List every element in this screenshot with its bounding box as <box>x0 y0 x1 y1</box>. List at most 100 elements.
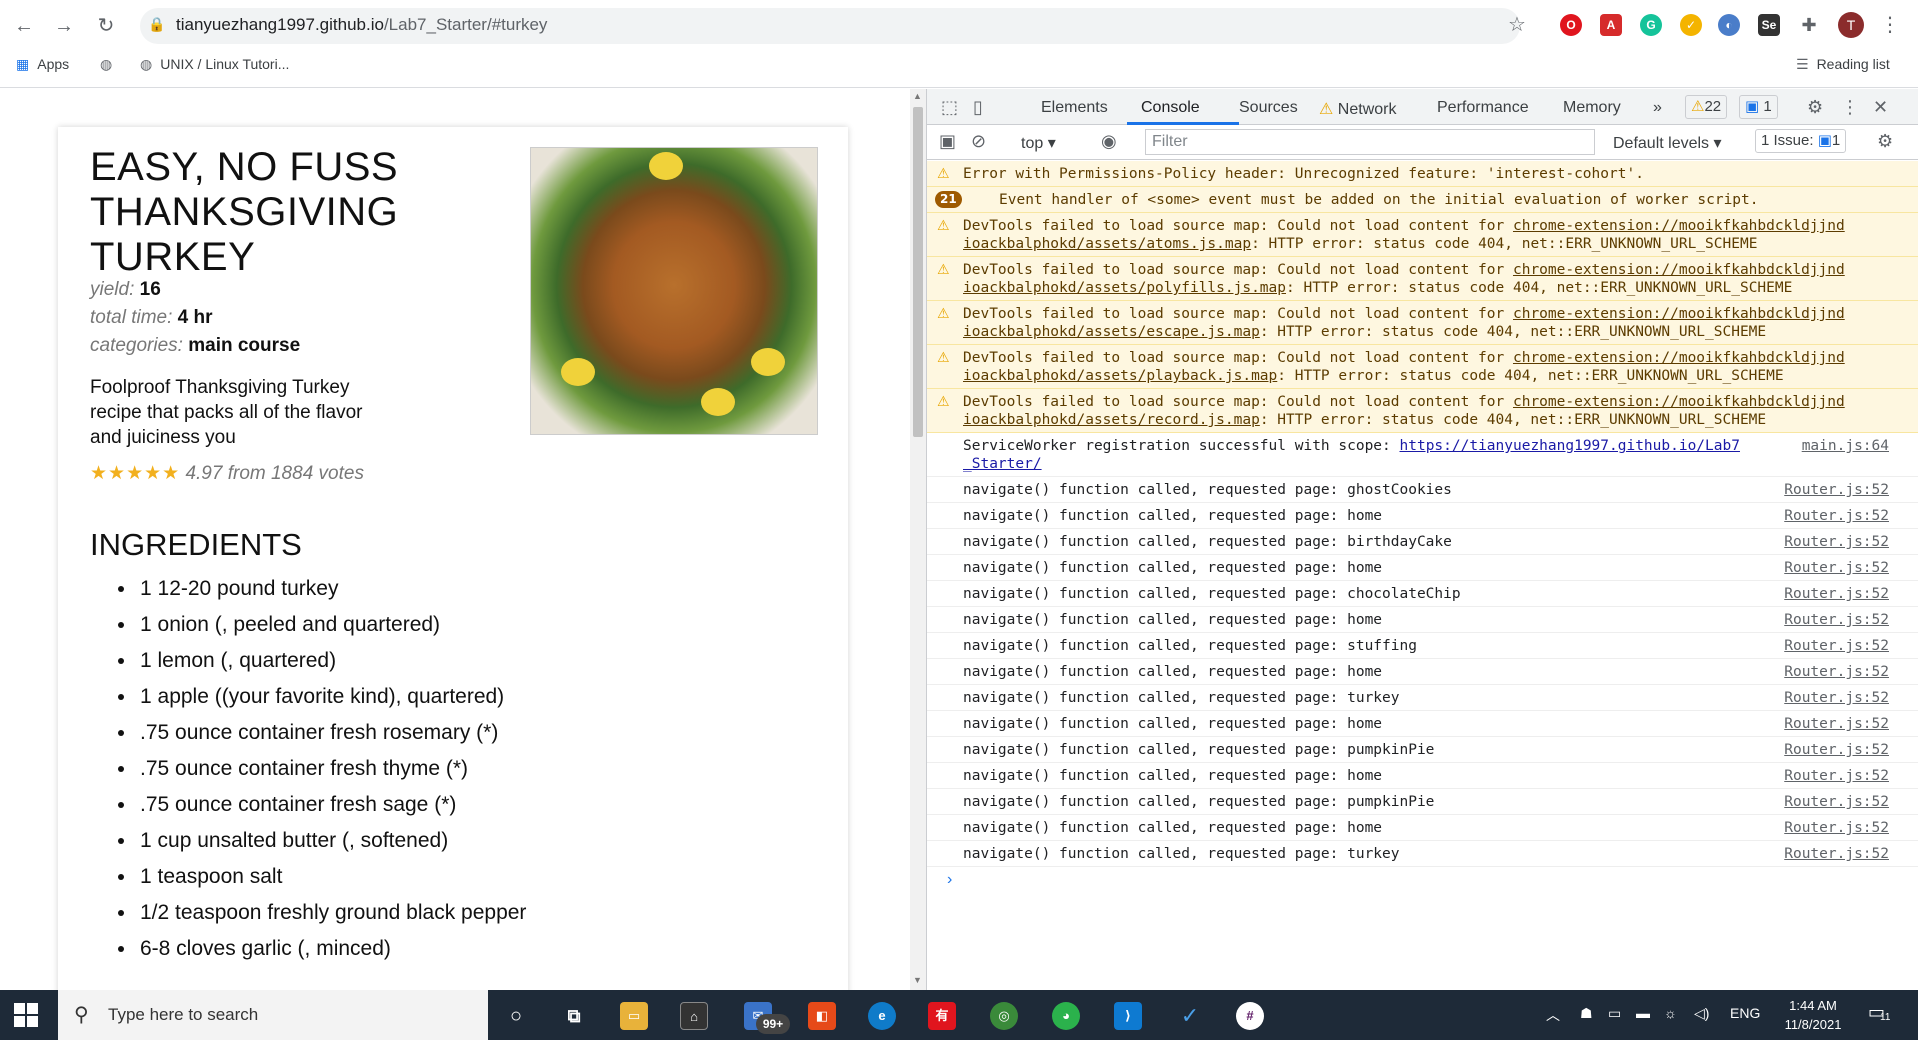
ingredient-item: 1 teaspoon salt <box>118 863 780 899</box>
slack-icon[interactable]: # <box>1236 1002 1264 1030</box>
opera-extension-icon[interactable]: O <box>1560 14 1582 36</box>
back-arrow-icon[interactable]: ← <box>10 12 38 40</box>
office-icon[interactable]: ◧ <box>808 1002 836 1030</box>
page-scrollbar[interactable]: ▲ ▼ <box>910 89 926 990</box>
source-link[interactable]: main.js:64 <box>1802 437 1889 455</box>
bookmark-unix-tutorial[interactable]: ◍ UNIX / Linux Tutori... <box>140 56 289 73</box>
inspect-element-icon[interactable]: ⬚ <box>941 97 958 118</box>
console-message-text: Event handler of <some> event must be ad… <box>999 192 1759 208</box>
warnings-badge[interactable]: ⚠22 <box>1685 95 1728 119</box>
console-warning-row: ⚠ DevTools failed to load source map: Cou… <box>927 389 1918 433</box>
grammarly-extension-icon[interactable]: G <box>1640 14 1662 36</box>
reload-icon[interactable]: ↻ <box>92 12 120 40</box>
close-icon[interactable]: ✕ <box>1873 97 1888 118</box>
more-tabs-icon[interactable]: » <box>1653 99 1662 117</box>
scrollbar-thumb[interactable] <box>913 107 923 437</box>
eye-icon[interactable]: ◉ <box>1101 131 1117 152</box>
scroll-down-icon[interactable]: ▼ <box>913 975 922 985</box>
tab-performance[interactable]: Performance <box>1437 99 1529 117</box>
source-link[interactable]: Router.js:52 <box>1784 637 1889 655</box>
system-clock[interactable]: 1:44 AM 11/8/2021 <box>1778 996 1848 1034</box>
todo-icon[interactable]: ✓ <box>1176 1002 1204 1030</box>
source-link[interactable]: Router.js:52 <box>1784 585 1889 603</box>
pdf-extension-icon[interactable]: A <box>1600 14 1622 36</box>
sidebar-toggle-icon[interactable]: ▣ <box>939 131 956 152</box>
console-prompt[interactable]: › <box>937 867 1918 889</box>
issues-button[interactable]: 1 Issue: ▣1 <box>1755 129 1847 153</box>
forward-arrow-icon[interactable]: → <box>50 12 78 40</box>
clear-console-icon[interactable]: ⊘ <box>971 131 986 152</box>
norton-extension-icon[interactable]: ✓ <box>1680 14 1702 36</box>
notification-center-icon[interactable]: ▭ 11 <box>1868 1002 1892 1026</box>
puzzle-extensions-icon[interactable]: ✚ <box>1798 14 1820 36</box>
log-levels-select[interactable]: Default levels ▾ <box>1613 133 1722 153</box>
source-link[interactable]: Router.js:52 <box>1784 533 1889 551</box>
source-link[interactable]: Router.js:52 <box>1784 481 1889 499</box>
bookmark-apps[interactable]: ▦ Apps <box>16 56 69 73</box>
file-explorer-icon[interactable]: ▭ <box>620 1002 648 1030</box>
tab-network[interactable]: ⚠ Network <box>1319 99 1396 119</box>
youdao-icon[interactable]: 有 <box>928 1002 956 1030</box>
vscode-icon[interactable]: ⟩ <box>1114 1002 1142 1030</box>
source-link[interactable]: Router.js:52 <box>1784 845 1889 863</box>
extension-icon[interactable]: ◐ <box>1718 14 1740 36</box>
recipe-total-time: total time: 4 hr <box>90 307 213 328</box>
url-text[interactable]: tianyuezhang1997.github.io/Lab7_Starter/… <box>176 15 547 35</box>
ingredient-item: 1/2 teaspoon freshly ground black pepper <box>118 899 780 935</box>
ingredient-item: 1 onion (, peeled and quartered) <box>118 611 780 647</box>
context-select[interactable]: top ▾ <box>1021 133 1056 153</box>
tray-app-icon[interactable]: ☗ <box>1580 1005 1593 1022</box>
volume-icon[interactable]: ◁) <box>1694 1005 1709 1022</box>
repeat-count-badge[interactable]: 21 <box>935 191 962 208</box>
tab-elements[interactable]: Elements <box>1041 99 1108 117</box>
console-warning-row: ⚠ Error with Permissions-Policy header: U… <box>927 161 1918 187</box>
browser-menu-icon[interactable]: ⋮ <box>1880 12 1900 37</box>
edge-icon[interactable]: e <box>868 1002 896 1030</box>
store-icon[interactable]: ⌂ <box>680 1002 708 1030</box>
source-link[interactable]: Router.js:52 <box>1784 611 1889 629</box>
tab-console[interactable]: Console <box>1141 99 1200 117</box>
language-indicator[interactable]: ENG <box>1730 1005 1760 1021</box>
device-toolbar-icon[interactable]: ▯ <box>973 97 983 118</box>
windows-start-icon[interactable] <box>14 1003 38 1027</box>
tab-sources[interactable]: Sources <box>1239 99 1298 117</box>
wechat-icon[interactable]: ◕ <box>1052 1002 1080 1030</box>
meet-now-icon[interactable]: ▭ <box>1608 1005 1621 1022</box>
console-message-text: : HTTP error: status code 404, net::ERR_… <box>1259 324 1767 340</box>
chrome-icon[interactable]: ◎ <box>990 1002 1018 1030</box>
source-link[interactable]: Router.js:52 <box>1784 793 1889 811</box>
console-message-text: DevTools failed to load source map: Coul… <box>963 306 1513 322</box>
settings-gear-icon[interactable]: ⚙ <box>1807 97 1823 118</box>
network-icon[interactable]: ☼ <box>1664 1005 1677 1021</box>
source-link[interactable]: Router.js:52 <box>1784 819 1889 837</box>
source-link[interactable]: Router.js:52 <box>1784 663 1889 681</box>
source-link[interactable]: Router.js:52 <box>1784 559 1889 577</box>
selenium-extension-icon[interactable]: Se <box>1758 14 1780 36</box>
filter-input[interactable]: Filter <box>1145 129 1595 155</box>
tab-memory[interactable]: Memory <box>1563 99 1621 117</box>
source-link[interactable]: Router.js:52 <box>1784 767 1889 785</box>
devtools-menu-icon[interactable]: ⋮ <box>1841 97 1859 118</box>
windows-taskbar: ⚲ Type here to search ○ ⧉ ▭ ⌂ ✉ 99+ ◧ e … <box>0 990 1918 1040</box>
lock-icon[interactable]: 🔒 <box>148 16 165 33</box>
task-view-icon[interactable]: ⧉ <box>560 1002 588 1030</box>
console-message-text: navigate() function called, requested pa… <box>963 690 1400 706</box>
source-link[interactable]: Router.js:52 <box>1784 715 1889 733</box>
source-link[interactable]: Router.js:52 <box>1784 741 1889 759</box>
console-settings-icon[interactable]: ⚙ <box>1877 131 1893 152</box>
reading-list-button[interactable]: ☰ Reading list <box>1796 56 1890 73</box>
taskbar-search[interactable]: ⚲ Type here to search <box>58 990 488 1040</box>
show-hidden-icons[interactable]: ︿ <box>1546 1005 1560 1025</box>
scroll-up-icon[interactable]: ▲ <box>913 91 922 101</box>
source-link[interactable]: Router.js:52 <box>1784 507 1889 525</box>
source-link[interactable]: Router.js:52 <box>1784 689 1889 707</box>
console-message-text: DevTools failed to load source map: Coul… <box>963 262 1513 278</box>
messages-badge[interactable]: ▣ 1 <box>1739 95 1778 119</box>
bookmark-star-icon[interactable]: ☆ <box>1508 12 1526 37</box>
battery-icon[interactable]: ▬ <box>1636 1005 1650 1021</box>
bookmark-globe[interactable]: ◍ <box>100 56 120 73</box>
profile-avatar[interactable]: T <box>1838 12 1864 38</box>
console-warning-row: ⚠ DevTools failed to load source map: Cou… <box>927 301 1918 345</box>
cortana-icon[interactable]: ○ <box>502 1002 530 1030</box>
console-message-text: navigate() function called, requested pa… <box>963 560 1383 576</box>
